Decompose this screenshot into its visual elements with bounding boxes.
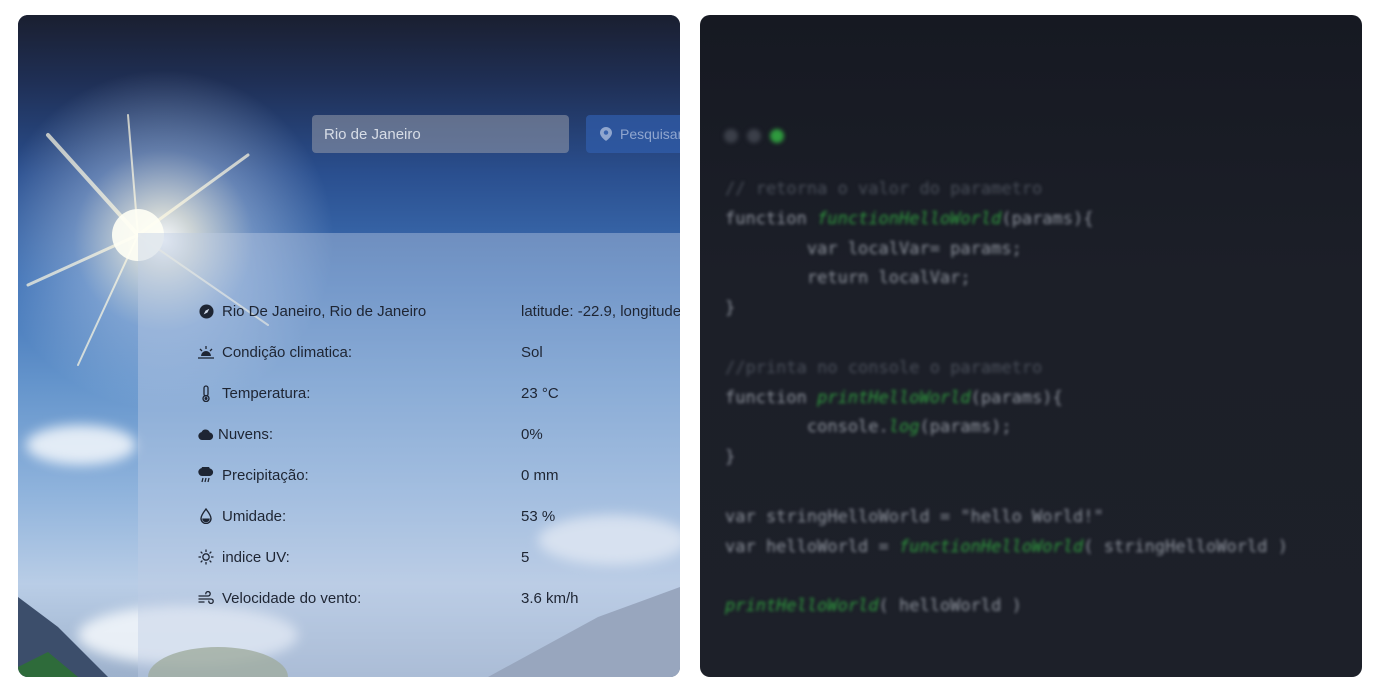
clouds-value: 0% xyxy=(521,425,543,443)
code-block: // retorna o valor do parametro function … xyxy=(725,175,1288,622)
code-line: var helloWorld = functionHelloWorld( str… xyxy=(725,533,1288,563)
code-function-name: functionHelloWorld xyxy=(899,536,1084,557)
code-text: function xyxy=(725,208,818,229)
weather-app-preview: Rio de Janeiro Pesquisar Rio De Janeiro,… xyxy=(18,15,680,677)
window-dot-maximize xyxy=(770,129,784,143)
map-pin-icon xyxy=(600,127,612,141)
code-line: console.log(params); xyxy=(725,413,1288,443)
cloud-icon xyxy=(198,426,214,442)
window-dot-minimize xyxy=(747,129,761,143)
temperature-value: 23 °C xyxy=(521,384,559,402)
condition-value: Sol xyxy=(521,343,543,361)
code-function-name: functionHelloWorld xyxy=(817,208,1002,229)
code-text: function xyxy=(725,387,818,408)
code-text: (params); xyxy=(919,417,1012,438)
code-line: var localVar= params; xyxy=(725,235,1288,265)
window-controls xyxy=(724,129,784,143)
city-search-input[interactable]: Rio de Janeiro xyxy=(312,115,569,153)
search-button[interactable]: Pesquisar xyxy=(586,115,680,153)
cloud-rain-icon xyxy=(198,467,214,483)
location-row: Rio De Janeiro, Rio de Janeiro latitude:… xyxy=(198,299,680,323)
precipitation-row: Precipitação: 0 mm xyxy=(198,463,559,487)
uv-index-value: 5 xyxy=(521,548,530,566)
condition-row: Condição climatica: Sol xyxy=(198,340,543,364)
code-text: var localVar= params; xyxy=(725,238,1022,259)
code-comment: //printa no console o parametro xyxy=(725,357,1043,378)
wind-icon xyxy=(198,590,214,606)
uv-index-row: indice UV: 5 xyxy=(198,545,529,569)
code-text: (params){ xyxy=(1001,208,1094,229)
search-button-label: Pesquisar xyxy=(620,126,680,142)
code-line: function printHelloWorld(params){ xyxy=(725,384,1288,414)
code-line: function functionHelloWorld(params){ xyxy=(725,205,1288,235)
code-line: // retorna o valor do parametro xyxy=(725,175,1288,205)
wind-speed-value: 3.6 km/h xyxy=(521,589,579,607)
humidity-row: Umidade: 53 % xyxy=(198,504,555,528)
code-text: return localVar; xyxy=(725,268,971,289)
code-text: ( stringHelloWorld ) xyxy=(1083,536,1288,557)
uv-index-label: indice UV: xyxy=(222,548,290,566)
code-function-name: printHelloWorld xyxy=(817,387,971,408)
condition-label: Condição climatica: xyxy=(222,343,353,361)
humidity-label: Umidade: xyxy=(222,507,287,525)
code-text: var stringHelloWorld = "hello World!" xyxy=(725,506,1104,527)
code-text: var helloWorld = xyxy=(725,536,899,557)
code-line: } xyxy=(725,443,1288,473)
precipitation-value: 0 mm xyxy=(521,466,559,484)
temperature-row: Temperatura: 23 °C xyxy=(198,381,559,405)
code-line: //printa no console o parametro xyxy=(725,354,1288,384)
code-text: console. xyxy=(725,417,889,438)
code-line: return localVar; xyxy=(725,264,1288,294)
clouds-row: Nuvens: 0% xyxy=(198,422,543,446)
wind-speed-label: Velocidade do vento: xyxy=(222,589,362,607)
code-text: ( helloWorld ) xyxy=(878,596,1022,617)
compass-icon xyxy=(198,303,214,319)
droplet-icon xyxy=(198,508,214,524)
weather-info-card: Rio De Janeiro, Rio de Janeiro latitude:… xyxy=(138,233,680,677)
code-text: } xyxy=(725,447,736,468)
location-label: Rio De Janeiro, Rio de Janeiro xyxy=(222,302,427,320)
code-line: printHelloWorld( helloWorld ) xyxy=(725,592,1288,622)
cloud-decoration xyxy=(26,425,136,465)
precipitation-label: Precipitação: xyxy=(222,466,309,484)
code-text: } xyxy=(725,298,736,319)
location-coordinates: latitude: -22.9, longitude: -43.2 xyxy=(521,302,680,320)
code-line: var stringHelloWorld = "hello World!" xyxy=(725,503,1288,533)
clouds-label: Nuvens: xyxy=(218,425,274,443)
code-line: } xyxy=(725,294,1288,324)
window-dot-close xyxy=(724,129,738,143)
code-text: (params){ xyxy=(970,387,1063,408)
sun-icon xyxy=(198,549,214,565)
temperature-label: Temperatura: xyxy=(222,384,311,402)
thermometer-icon xyxy=(198,384,214,402)
humidity-value: 53 % xyxy=(521,507,556,525)
sunrise-icon xyxy=(198,344,214,360)
wind-speed-row: Velocidade do vento: 3.6 km/h xyxy=(198,586,579,610)
code-function-name: log xyxy=(888,417,920,438)
code-editor-preview: // retorna o valor do parametro function … xyxy=(700,15,1362,677)
code-comment: // retorna o valor do parametro xyxy=(725,179,1043,199)
code-function-name: printHelloWorld xyxy=(725,596,879,617)
search-input-value: Rio de Janeiro xyxy=(324,125,421,143)
